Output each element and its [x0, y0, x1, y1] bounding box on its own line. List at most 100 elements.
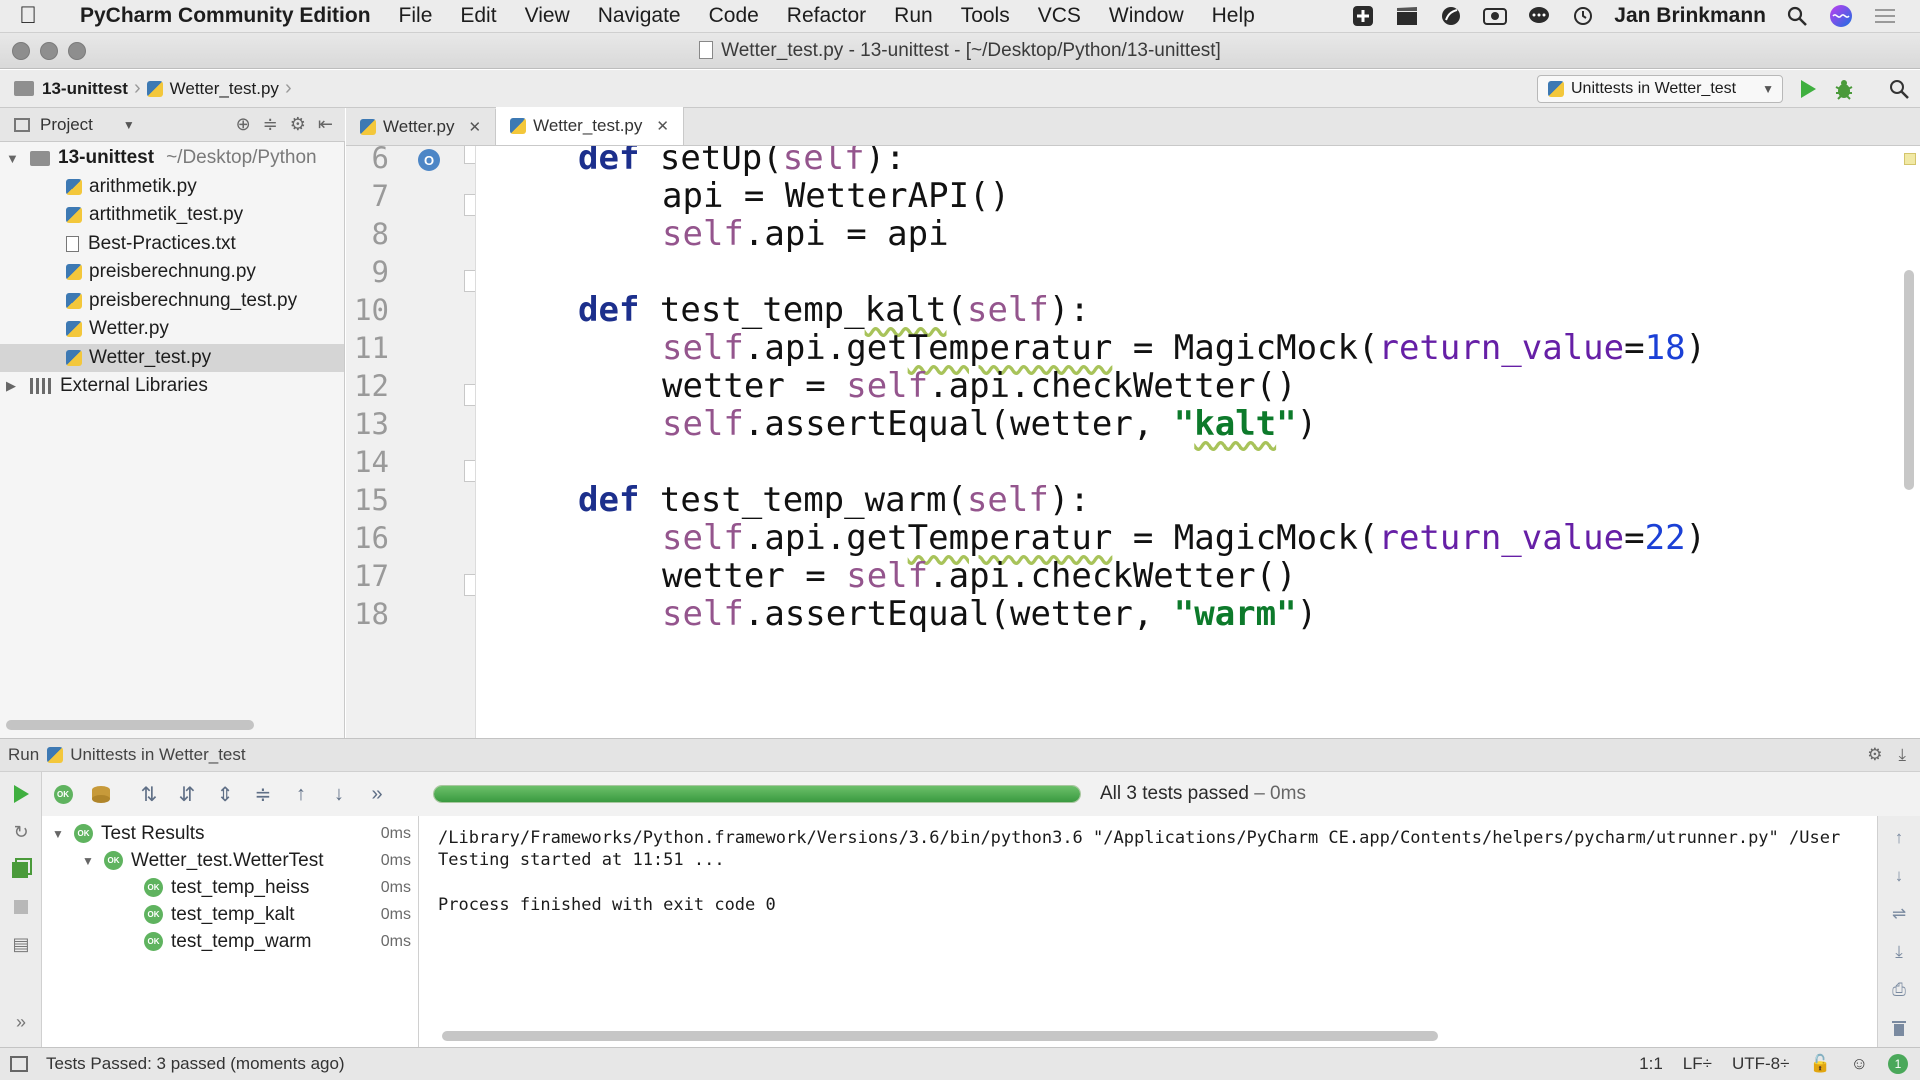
gear-icon[interactable]: ⚙	[290, 114, 306, 135]
more-actions-icon[interactable]: »	[9, 1010, 33, 1034]
console-output[interactable]: /Library/Frameworks/Python.framework/Ver…	[420, 816, 1876, 1047]
console-horizontal-scrollbar[interactable]	[442, 1031, 1438, 1041]
collapse-arrow-icon[interactable]: ▶	[6, 378, 20, 394]
siri-icon[interactable]	[1828, 5, 1854, 27]
collapse-all-icon[interactable]: ≑	[248, 779, 278, 809]
fold-marker[interactable]	[464, 146, 475, 164]
caret-position[interactable]: 1:1	[1639, 1054, 1663, 1074]
scroll-from-source-icon[interactable]: ⊕	[236, 114, 251, 135]
menu-code[interactable]: Code	[695, 4, 773, 28]
test-row-warm[interactable]: OK test_temp_warm 0ms	[42, 928, 419, 955]
previous-failed-icon[interactable]: ↑	[286, 779, 316, 809]
inspector-icon[interactable]: ☺	[1851, 1054, 1868, 1074]
toggle-auto-test-icon[interactable]	[9, 857, 33, 881]
rerun-icon[interactable]	[9, 782, 33, 806]
expand-arrow-icon[interactable]: ▼	[82, 854, 98, 868]
clapper-icon[interactable]	[1394, 5, 1420, 27]
run-configuration-select[interactable]: Unittests in Wetter_test ▼	[1537, 75, 1783, 103]
fold-marker[interactable]	[464, 194, 475, 216]
fold-marker[interactable]	[464, 384, 475, 406]
menu-tools[interactable]: Tools	[947, 4, 1024, 28]
tree-file-best-practices[interactable]: Best-Practices.txt	[0, 230, 344, 259]
menu-window[interactable]: Window	[1095, 4, 1198, 28]
line-separator[interactable]: LF÷	[1683, 1054, 1712, 1074]
menu-view[interactable]: View	[511, 4, 584, 28]
tree-file-preisberechnung-test[interactable]: preisberechnung_test.py	[0, 287, 344, 316]
test-row-heiss[interactable]: OK test_temp_heiss 0ms	[42, 874, 419, 901]
expand-arrow-icon[interactable]: ▼	[6, 151, 20, 166]
test-row-suite[interactable]: ▼ OK Wetter_test.WetterTest 0ms	[42, 847, 419, 874]
inspection-status-marker[interactable]	[1904, 153, 1916, 165]
spotlight-search-icon[interactable]	[1784, 5, 1810, 27]
leaf-icon[interactable]	[1438, 5, 1464, 27]
expand-all-icon[interactable]: ⇕	[210, 779, 240, 809]
collapse-all-icon[interactable]: ≑	[263, 114, 278, 135]
tree-external-libraries[interactable]: ▶ External Libraries	[0, 372, 344, 401]
arrow-up-icon[interactable]: ↑	[1887, 826, 1911, 850]
menu-refactor[interactable]: Refactor	[773, 4, 880, 28]
plus-box-icon[interactable]	[1350, 5, 1376, 27]
run-panel-config[interactable]: Unittests in Wetter_test	[70, 745, 245, 765]
chat-bubble-icon[interactable]	[1526, 5, 1552, 27]
fold-marker[interactable]	[464, 460, 475, 482]
print-icon[interactable]: ⎙	[1887, 978, 1911, 1002]
tree-file-artithmetik-test[interactable]: artithmetik_test.py	[0, 201, 344, 230]
tree-file-wetter[interactable]: Wetter.py	[0, 315, 344, 344]
project-tree-scrollbar[interactable]	[6, 720, 254, 730]
tree-file-arithmetik[interactable]: arithmetik.py	[0, 173, 344, 202]
menu-file[interactable]: File	[385, 4, 447, 28]
search-everywhere-icon[interactable]	[1886, 76, 1912, 102]
tool-windows-icon[interactable]	[10, 1056, 28, 1072]
rerun-failed-icon[interactable]: ↻	[9, 820, 33, 844]
notification-center-icon[interactable]	[1872, 5, 1898, 27]
breadcrumb-project[interactable]: 13-unittest	[42, 79, 128, 99]
menu-edit[interactable]: Edit	[446, 4, 510, 28]
sort-by-duration-icon[interactable]: ⇵	[172, 779, 202, 809]
breadcrumb-file[interactable]: Wetter_test.py	[170, 79, 279, 99]
run-button[interactable]	[1795, 76, 1821, 102]
camera-icon[interactable]	[1482, 5, 1508, 27]
soft-wrap-icon[interactable]: ⇌	[1887, 902, 1911, 926]
fold-marker[interactable]	[464, 574, 475, 596]
stop-icon[interactable]	[9, 895, 33, 919]
status-message[interactable]: Tests Passed: 3 passed (moments ago)	[46, 1054, 345, 1074]
tree-root-folder[interactable]: ▼ 13-unittest ~/Desktop/Python	[0, 144, 344, 173]
arrow-down-icon[interactable]: ↓	[1887, 864, 1911, 888]
hide-panel-icon[interactable]: ⤓	[1898, 745, 1906, 765]
debug-bug-icon[interactable]	[1831, 76, 1857, 102]
test-row-kalt[interactable]: OK test_temp_kalt 0ms	[42, 901, 419, 928]
test-row-results[interactable]: ▼ OK Test Results 0ms	[42, 820, 419, 847]
editor-vertical-scrollbar[interactable]	[1904, 270, 1914, 490]
tab-wetter-test[interactable]: Wetter_test.py ✕	[496, 107, 684, 145]
override-method-icon[interactable]: O	[418, 149, 440, 171]
trash-icon[interactable]	[1887, 1016, 1911, 1040]
tab-wetter[interactable]: Wetter.py ✕	[346, 109, 497, 145]
code-editor[interactable]: def setUp(self): api = WetterAPI() self.…	[477, 146, 1887, 738]
restore-layout-icon[interactable]: ▤	[9, 932, 33, 956]
scroll-to-end-icon[interactable]: ⤓	[1887, 940, 1911, 964]
close-tab-icon[interactable]: ✕	[656, 117, 669, 135]
gear-icon[interactable]: ⚙	[1867, 745, 1882, 765]
project-view-selector[interactable]: Project ▼	[0, 115, 135, 135]
menu-run[interactable]: Run	[880, 4, 947, 28]
lock-icon[interactable]: 🔓	[1809, 1054, 1830, 1074]
hide-panel-icon[interactable]: ⇤	[318, 114, 333, 135]
fold-marker[interactable]	[464, 270, 475, 292]
time-machine-icon[interactable]	[1570, 5, 1596, 27]
menu-navigate[interactable]: Navigate	[584, 4, 695, 28]
close-tab-icon[interactable]: ✕	[469, 118, 482, 136]
sort-alphabetically-icon[interactable]: ⇅	[134, 779, 164, 809]
apple-icon[interactable]: 	[0, 2, 56, 30]
tree-file-preisberechnung[interactable]: preisberechnung.py	[0, 258, 344, 287]
user-name[interactable]: Jan Brinkmann	[1614, 4, 1766, 28]
file-encoding[interactable]: UTF-8÷	[1732, 1054, 1790, 1074]
menu-vcs[interactable]: VCS	[1024, 4, 1095, 28]
next-failed-icon[interactable]: ↓	[324, 779, 354, 809]
menu-help[interactable]: Help	[1198, 4, 1269, 28]
expand-arrow-icon[interactable]: ▼	[52, 827, 68, 841]
app-name-menu[interactable]: PyCharm Community Edition	[56, 4, 385, 28]
show-passed-icon[interactable]: OK	[48, 779, 78, 809]
show-ignored-icon[interactable]	[86, 779, 116, 809]
tree-file-wetter-test[interactable]: Wetter_test.py	[0, 343, 344, 372]
more-toolbar-icon[interactable]: »	[362, 779, 392, 809]
